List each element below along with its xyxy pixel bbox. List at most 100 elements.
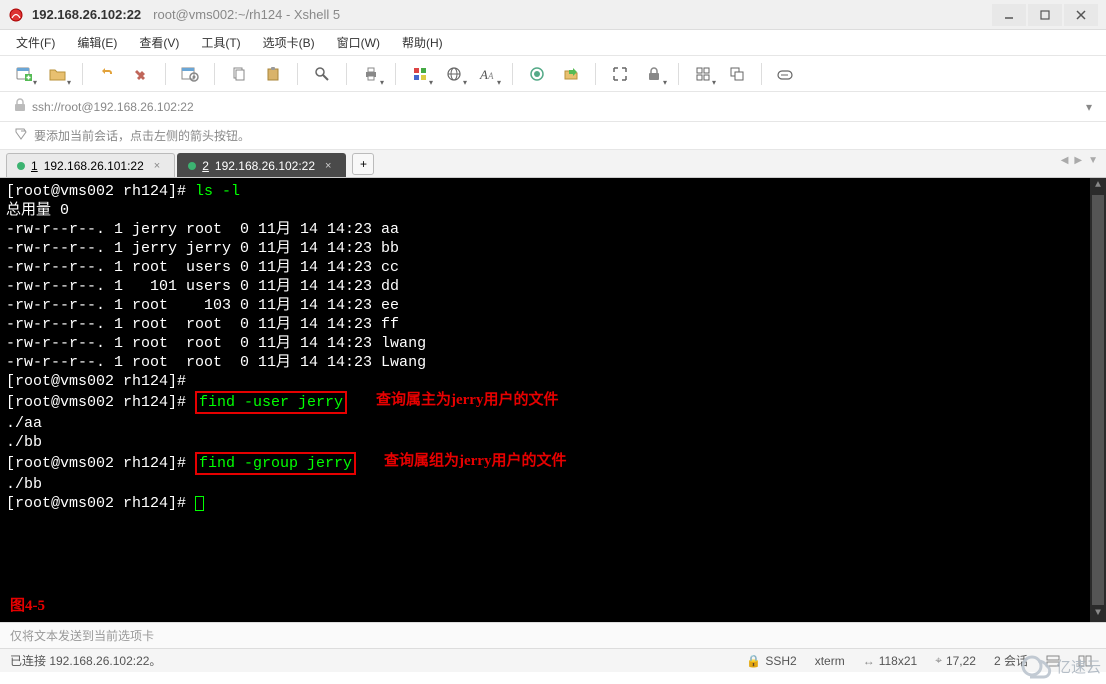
tab-nav: ◀ ▶ ▼	[1061, 155, 1098, 166]
figure-label: 图4-5	[10, 597, 45, 616]
tab-prev-icon[interactable]: ◀	[1061, 155, 1069, 166]
menu-window[interactable]: 窗口(W)	[333, 31, 384, 54]
new-session-button[interactable]	[10, 60, 38, 88]
cursor-icon	[195, 496, 204, 511]
minimize-button[interactable]	[992, 4, 1026, 26]
compose-bar[interactable]: 仅将文本发送到当前选项卡	[0, 622, 1106, 648]
terminal-prompt: [root@vms002 rh124]#	[6, 495, 195, 512]
tab-label: 192.168.26.102:22	[215, 159, 315, 173]
annotation: 查询属组为jerry用户的文件	[384, 452, 566, 471]
scroll-down-icon[interactable]: ▼	[1090, 606, 1106, 622]
status-bar: 已连接 192.168.26.102:22。 🔒SSH2 xterm ↔118x…	[0, 648, 1106, 672]
terminal-output: ./bb	[6, 475, 1100, 494]
disconnect-button[interactable]	[127, 60, 155, 88]
encoding-button[interactable]	[440, 60, 468, 88]
properties-button[interactable]	[176, 60, 204, 88]
fullscreen-button[interactable]	[606, 60, 634, 88]
scroll-up-icon[interactable]: ▲	[1090, 178, 1106, 194]
menu-edit[interactable]: 编辑(E)	[73, 31, 121, 54]
print-button[interactable]	[357, 60, 385, 88]
terminal-prompt: [root@vms002 rh124]#	[6, 455, 195, 472]
session-tab-2[interactable]: 2 192.168.26.102:22 ×	[177, 153, 346, 177]
tile-button[interactable]	[689, 60, 717, 88]
toolbar-separator	[595, 63, 596, 85]
terminal-command: find -group jerry	[195, 452, 356, 475]
tab-close-icon[interactable]: ×	[325, 160, 331, 172]
menu-help[interactable]: 帮助(H)	[398, 31, 447, 54]
menu-view[interactable]: 查看(V)	[135, 31, 183, 54]
svg-text:A: A	[487, 71, 494, 81]
tab-list-icon[interactable]: ▼	[1088, 155, 1098, 166]
compose-button[interactable]	[772, 60, 800, 88]
tab-number: 1	[31, 159, 38, 173]
titlebar: 192.168.26.102:22 root@vms002:~/rh124 - …	[0, 0, 1106, 30]
font-button[interactable]: AA	[474, 60, 502, 88]
window-title-main: 192.168.26.102:22	[32, 7, 141, 22]
terminal-scrollbar[interactable]: ▲ ▼	[1090, 178, 1106, 622]
hint-bar: 要添加当前会话，点击左侧的箭头按钮。	[0, 122, 1106, 150]
window-controls	[992, 4, 1098, 26]
address-dropdown[interactable]: ▾	[1086, 100, 1092, 114]
toolbar-separator	[82, 63, 83, 85]
terminal-output: -rw-r--r--. 1 root root 0 11月 14 14:23 l…	[6, 334, 1100, 353]
toolbar-separator	[678, 63, 679, 85]
tab-next-icon[interactable]: ▶	[1074, 155, 1082, 166]
menu-tools[interactable]: 工具(T)	[197, 31, 244, 54]
app-icon	[8, 7, 24, 23]
status-tile-v-icon[interactable]	[1078, 655, 1092, 667]
status-tile-h-icon[interactable]	[1046, 655, 1060, 667]
xftp-button[interactable]	[557, 60, 585, 88]
session-tabbar: 1 192.168.26.101:22 × 2 192.168.26.102:2…	[0, 150, 1106, 178]
annotation: 查询属主为jerry用户的文件	[376, 391, 558, 410]
terminal-output: 总用量 0	[6, 201, 1100, 220]
cursor-pos-icon: ⌖	[935, 653, 942, 668]
add-session-icon[interactable]	[14, 127, 28, 144]
paste-button[interactable]	[259, 60, 287, 88]
arrows-h-icon: ↔	[863, 654, 875, 668]
open-button[interactable]	[44, 60, 72, 88]
scroll-thumb[interactable]	[1092, 195, 1104, 605]
terminal-output: -rw-r--r--. 1 root users 0 11月 14 14:23 …	[6, 258, 1100, 277]
copy-button[interactable]	[225, 60, 253, 88]
terminal-output: -rw-r--r--. 1 root 103 0 11月 14 14:23 ee	[6, 296, 1100, 315]
status-connection: 已连接 192.168.26.102:22。	[10, 652, 161, 669]
lock-small-icon: 🔒	[746, 654, 761, 668]
toolbar: AA	[0, 56, 1106, 92]
terminal-output: ./bb	[6, 433, 1100, 452]
address-url[interactable]: ssh://root@192.168.26.102:22	[32, 100, 194, 114]
cascade-button[interactable]	[723, 60, 751, 88]
lock-button[interactable]	[640, 60, 668, 88]
compose-placeholder: 仅将文本发送到当前选项卡	[10, 627, 154, 644]
tab-number: 2	[202, 159, 209, 173]
terminal-prompt: [root@vms002 rh124]#	[6, 394, 195, 411]
maximize-button[interactable]	[1028, 4, 1062, 26]
toolbar-separator	[512, 63, 513, 85]
find-button[interactable]	[308, 60, 336, 88]
terminal-output: -rw-r--r--. 1 101 users 0 11月 14 14:23 d…	[6, 277, 1100, 296]
status-dot-icon	[17, 162, 25, 170]
close-button[interactable]	[1064, 4, 1098, 26]
session-tab-1[interactable]: 1 192.168.26.101:22 ×	[6, 153, 175, 177]
hint-text: 要添加当前会话，点击左侧的箭头按钮。	[34, 127, 250, 144]
status-cursor-pos: ⌖17,22	[935, 653, 976, 668]
terminal[interactable]: [root@vms002 rh124]# ls -l 总用量 0 -rw-r--…	[0, 178, 1106, 622]
color-scheme-button[interactable]	[406, 60, 434, 88]
terminal-prompt: [root@vms002 rh124]#	[6, 373, 195, 390]
reconnect-button[interactable]	[93, 60, 121, 88]
tab-label: 192.168.26.101:22	[44, 159, 144, 173]
status-termtype: xterm	[815, 654, 845, 668]
xagent-button[interactable]	[523, 60, 551, 88]
status-protocol: 🔒SSH2	[746, 654, 796, 668]
address-bar: ssh://root@192.168.26.102:22 ▾	[0, 92, 1106, 122]
menu-file[interactable]: 文件(F)	[12, 31, 59, 54]
status-sessions: 2 会话	[994, 652, 1028, 669]
menu-tab[interactable]: 选项卡(B)	[259, 31, 319, 54]
window-title-sub: root@vms002:~/rh124 - Xshell 5	[153, 7, 340, 22]
menubar: 文件(F) 编辑(E) 查看(V) 工具(T) 选项卡(B) 窗口(W) 帮助(…	[0, 30, 1106, 56]
tab-close-icon[interactable]: ×	[154, 160, 160, 172]
toolbar-separator	[395, 63, 396, 85]
terminal-command: ls -l	[195, 183, 240, 200]
toolbar-separator	[761, 63, 762, 85]
status-dot-icon	[188, 162, 196, 170]
add-tab-button[interactable]: +	[352, 153, 374, 175]
